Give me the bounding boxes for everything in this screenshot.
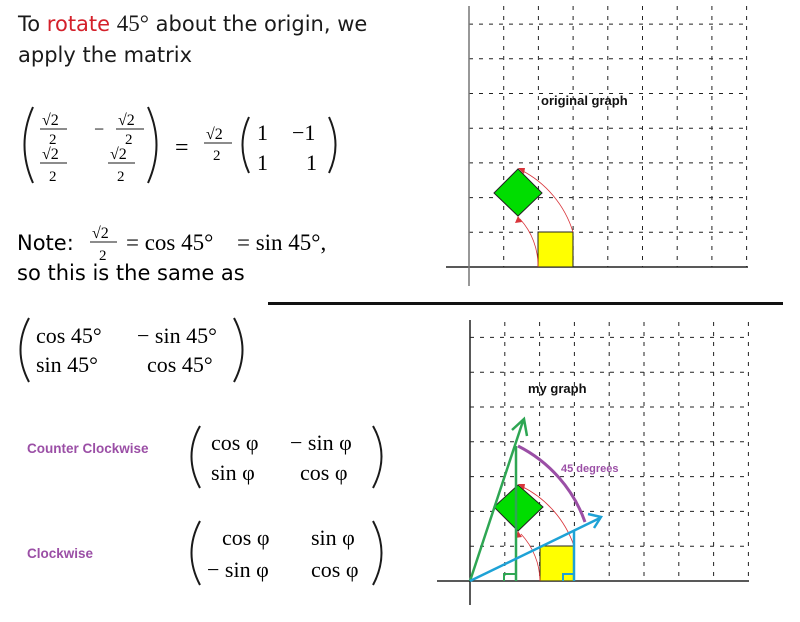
cos45-entry-21: sin 45°	[36, 352, 98, 377]
cw-entry-12: sin φ	[311, 525, 355, 550]
rotation-arc-inner	[520, 533, 541, 582]
right-paren	[372, 425, 383, 489]
yellow-square	[537, 231, 574, 268]
cw-entry-11: cos φ	[222, 525, 270, 550]
clockwise-label: Clockwise	[27, 546, 94, 561]
left-paren	[190, 520, 201, 586]
graph-title-mine: my graph	[528, 381, 587, 396]
cos45-entry-12: − sin 45°	[137, 323, 217, 348]
blue-right-angle-marker	[562, 573, 574, 581]
rotation-arc-inner	[519, 218, 539, 268]
cos45-entry-22: cos 45°	[147, 352, 213, 377]
blue-vector-arrowhead	[587, 512, 604, 529]
arrowhead-inner	[515, 531, 522, 538]
cw-entry-21: − sin φ	[207, 557, 269, 582]
cw-entry-22: cos φ	[311, 557, 359, 582]
rotation-arc-outer	[520, 485, 575, 547]
green-vector	[468, 420, 525, 582]
angle-arc	[517, 444, 587, 523]
arrowhead-outer	[518, 484, 525, 490]
ccw-entry-11: cos φ	[211, 430, 259, 455]
green-rotated-square	[493, 484, 544, 532]
ccw-entry-12: − sin φ	[290, 430, 352, 455]
section-divider	[268, 302, 783, 305]
blue-vector	[469, 516, 601, 583]
green-right-angle-marker	[503, 573, 516, 581]
left-paren	[190, 425, 201, 489]
right-paren	[233, 317, 244, 383]
grid-lines	[469, 6, 748, 267]
ccw-entry-21: sin φ	[211, 460, 255, 485]
left-paren	[19, 317, 30, 383]
graph-title-original: original graph	[541, 93, 628, 108]
cos45-entry-11: cos 45°	[36, 323, 102, 348]
green-vector-arrowhead	[511, 416, 529, 437]
cos45-matrix: cos 45° − sin 45° sin 45° cos 45°	[19, 317, 244, 383]
grid-lines	[470, 322, 749, 581]
yellow-square	[539, 545, 575, 582]
ccw-entry-22: cos φ	[300, 460, 348, 485]
right-paren	[372, 520, 383, 586]
clockwise-matrix: cos φ sin φ − sin φ cos φ	[190, 520, 383, 586]
angle-label: 45 degrees	[561, 463, 618, 475]
counter-clockwise-matrix: cos φ − sin φ sin φ cos φ	[190, 425, 383, 489]
original-graph: original graph	[446, 6, 748, 286]
counter-clockwise-label: Counter Clockwise	[27, 441, 149, 456]
green-rotated-square	[493, 168, 543, 217]
